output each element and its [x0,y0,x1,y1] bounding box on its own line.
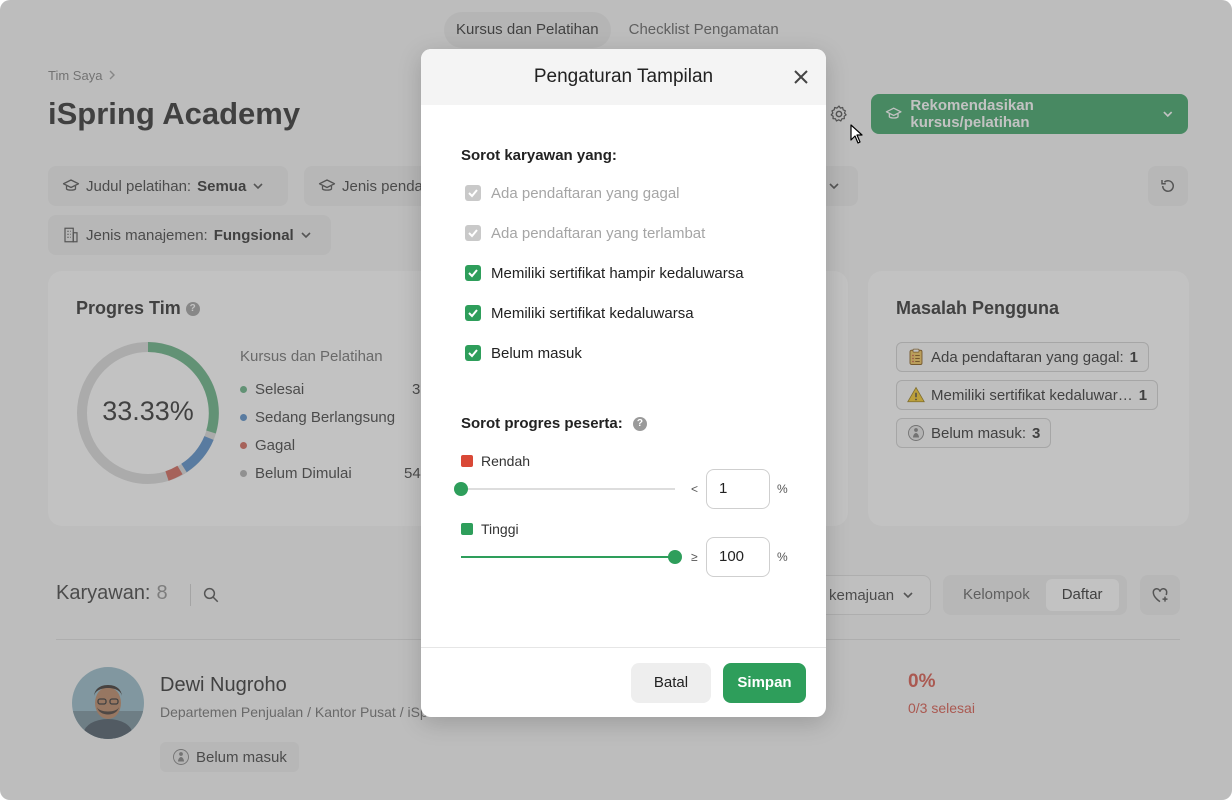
app-window: Kursus dan Pelatihan Checklist Pengamata… [0,0,1232,800]
checkbox [465,225,481,241]
checkbox[interactable] [465,305,481,321]
close-icon [794,70,808,84]
low-threshold-slider[interactable] [454,482,675,496]
progress-section-title: Sorot progres peserta: ? [461,415,647,432]
high-threshold-slider[interactable] [461,550,682,564]
option-failed-enrollment: Ada pendaftaran yang gagal [465,183,680,203]
low-comparator: < [691,482,699,496]
option-label: Ada pendaftaran yang terlambat [491,224,706,242]
check-icon [468,349,478,358]
high-threshold-input[interactable]: 100 [706,537,770,577]
check-icon [468,309,478,318]
help-icon[interactable]: ? [632,417,647,432]
option-label: Memiliki sertifikat hampir kedaluwarsa [491,264,744,282]
option-cert-expired[interactable]: Memiliki sertifikat kedaluwarsa [465,303,694,323]
low-unit: % [777,482,788,496]
option-label: Memiliki sertifikat kedaluwarsa [491,304,694,322]
check-icon [468,189,478,198]
high-comparator: ≥ [691,550,698,564]
checkbox[interactable] [465,265,481,281]
low-level-label: Rendah [461,453,530,469]
check-icon [468,269,478,278]
mouse-cursor-icon [850,124,864,149]
save-button[interactable]: Simpan [723,663,806,703]
display-settings-modal: Pengaturan Tampilan Sorot karyawan yang:… [421,49,826,717]
slider-fill [461,556,675,558]
close-button[interactable] [789,65,813,89]
high-unit: % [777,550,788,564]
progress-section-title-text: Sorot progres peserta: [461,415,623,432]
high-label-text: Tinggi [481,521,519,537]
slider-handle[interactable] [454,482,468,496]
cancel-button[interactable]: Batal [631,663,711,703]
slider-handle[interactable] [668,550,682,564]
low-label-text: Rendah [481,453,531,469]
option-label: Belum masuk [491,344,582,362]
highlight-section-title: Sorot karyawan yang: [461,147,617,164]
option-label: Ada pendaftaran yang gagal [491,184,680,202]
check-icon [468,229,478,238]
checkbox [465,185,481,201]
high-level-label: Tinggi [461,521,519,537]
modal-footer-divider [421,647,826,648]
low-threshold-input[interactable]: 1 [706,469,770,509]
option-cert-expiring[interactable]: Memiliki sertifikat hampir kedaluwarsa [465,263,744,283]
high-color-swatch [461,523,473,535]
low-color-swatch [461,455,473,467]
option-not-logged-in[interactable]: Belum masuk [465,343,582,363]
option-late-enrollment: Ada pendaftaran yang terlambat [465,223,705,243]
checkbox[interactable] [465,345,481,361]
modal-title: Pengaturan Tampilan [533,66,714,87]
